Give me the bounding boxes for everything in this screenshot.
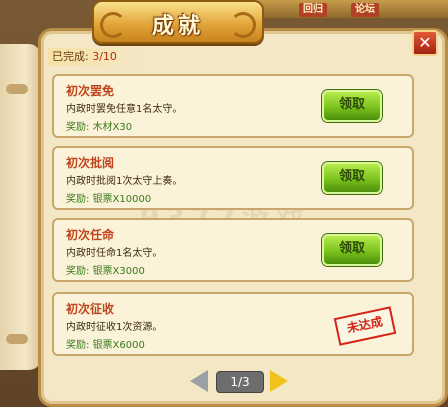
title-plate: 成就 bbox=[92, 0, 264, 44]
panel-title: 成就 bbox=[151, 14, 204, 39]
achievement-card: 初次任命 内政时任命1名太守。 奖励: 银票X3000 领取 bbox=[52, 218, 414, 282]
close-button[interactable]: ✕ bbox=[412, 30, 438, 56]
top-tab-return[interactable]: 回归 bbox=[299, 3, 327, 17]
achievement-desc: 内政时批阅1次太守上奏。 bbox=[66, 176, 183, 187]
page-indicator: 1/3 bbox=[216, 371, 264, 393]
claim-button[interactable]: 领取 bbox=[322, 90, 382, 122]
progress-label-text: 已完成: bbox=[52, 50, 89, 63]
pagination: 1/3 bbox=[190, 368, 290, 394]
reward-label: 奖励: bbox=[66, 122, 90, 133]
achievement-reward: 奖励: 银票X10000 bbox=[66, 190, 151, 205]
achievement-name: 初次任命 bbox=[66, 228, 115, 242]
achievement-name: 初次罢免 bbox=[66, 84, 115, 98]
scroll-rod bbox=[6, 84, 28, 94]
achievement-name: 初次征收 bbox=[66, 302, 115, 316]
achievement-card: 初次罢免 内政时罢免任意1名太守。 奖励: 木材X30 领取 bbox=[52, 74, 414, 138]
achievement-name: 初次批阅 bbox=[66, 156, 115, 170]
scroll-rod bbox=[6, 334, 28, 344]
reward-value: 木材X30 bbox=[92, 122, 133, 133]
unfinished-stamp: 未达成 bbox=[333, 306, 397, 346]
reward-label: 奖励: bbox=[66, 340, 90, 351]
progress-label: 已完成: 3/10 bbox=[48, 48, 147, 66]
reward-label: 奖励: bbox=[66, 266, 90, 277]
achievement-desc: 内政时征收1次资源。 bbox=[66, 322, 163, 333]
reward-value: 银票X10000 bbox=[92, 194, 152, 205]
prev-page-arrow-icon[interactable] bbox=[190, 370, 208, 392]
next-page-arrow-icon[interactable] bbox=[270, 370, 288, 392]
reward-value: 银票X6000 bbox=[92, 340, 145, 351]
achievement-desc: 内政时任命1名太守。 bbox=[66, 248, 163, 259]
reward-value: 银票X3000 bbox=[92, 266, 145, 277]
achievement-reward: 奖励: 木材X30 bbox=[66, 118, 132, 133]
claim-button[interactable]: 领取 bbox=[322, 162, 382, 194]
achievement-reward: 奖励: 银票X3000 bbox=[66, 262, 145, 277]
achievement-reward: 奖励: 银票X6000 bbox=[66, 336, 145, 351]
top-tab-forum[interactable]: 论坛 bbox=[351, 3, 379, 17]
achievement-card: 初次批阅 内政时批阅1次太守上奏。 奖励: 银票X10000 领取 bbox=[52, 146, 414, 210]
achievement-desc: 内政时罢免任意1名太守。 bbox=[66, 104, 183, 115]
achievement-card: 初次征收 内政时征收1次资源。 奖励: 银票X6000 未达成 bbox=[52, 292, 414, 356]
claim-button[interactable]: 领取 bbox=[322, 234, 382, 266]
top-menu-bar: 回归 论坛 bbox=[255, 0, 448, 18]
progress-value: 3/10 bbox=[92, 50, 117, 63]
reward-label: 奖励: bbox=[66, 194, 90, 205]
